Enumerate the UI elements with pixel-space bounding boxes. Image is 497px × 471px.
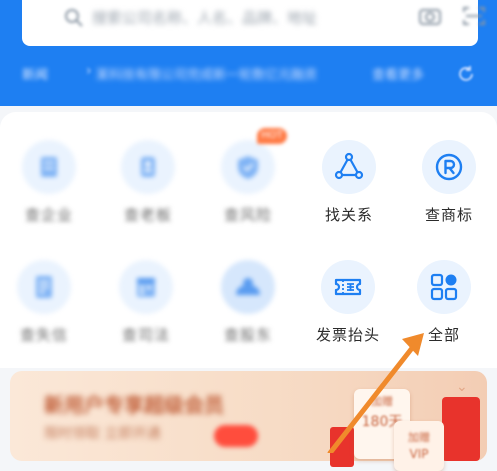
search-placeholder: 搜索公司名称、人名、品牌、地址 <box>92 9 318 27</box>
grid-label: 查商标 <box>424 206 473 224</box>
header: 搜索公司名称、人名、品牌、地址 新闻 › 某科技有限公司完成新一轮数亿元融资 查… <box>0 0 497 106</box>
chevron-down-icon[interactable]: ⌄ <box>456 379 468 395</box>
banner-title: 新用户专享超级会员 <box>44 393 224 417</box>
banner-cta-button[interactable] <box>214 425 258 447</box>
grid-label: 查老板 <box>123 206 172 224</box>
shield-icon <box>221 140 275 194</box>
grid-item-invoice-title[interactable]: 发票抬头 <box>298 260 398 370</box>
promo-banner[interactable]: 新用户专享超级会员 限时领取 立即开通 加赠 180天 加赠 VIP ⌄ <box>10 371 487 471</box>
coupon-label: 加赠 <box>371 395 393 408</box>
building-icon <box>22 140 76 194</box>
banner-subtitle: 限时领取 立即开通 <box>44 426 161 442</box>
grid-label: 查风险 <box>223 206 272 224</box>
coupon-card: 加赠 VIP <box>394 421 444 471</box>
coupon-label: 加赠 <box>408 431 430 444</box>
grid-item-all[interactable]: 全部 <box>394 260 494 370</box>
cloud-icon <box>221 260 275 314</box>
grid-item-judicial[interactable]: 查司法 <box>96 260 196 370</box>
search-icon <box>65 9 83 27</box>
grid-item-relation[interactable]: 找关系 <box>299 140 399 250</box>
grid-label: 发票抬头 <box>315 326 380 344</box>
grid-item-boss[interactable]: 查老板 <box>98 140 198 250</box>
document-icon <box>17 260 71 314</box>
grid-item-dishonest[interactable]: 查失信 <box>0 260 94 370</box>
camera-icon[interactable] <box>418 5 442 27</box>
grid-label: 查司法 <box>121 326 170 344</box>
grid-item-shareholder[interactable]: 查股东 <box>198 260 298 370</box>
grid-item-risk[interactable]: 查风险 <box>198 140 298 250</box>
grid-label: 查失信 <box>19 326 68 344</box>
refresh-icon[interactable] <box>456 64 476 84</box>
invoice-icon <box>321 260 375 314</box>
person-icon <box>121 140 175 194</box>
grid-label: 找关系 <box>324 206 373 224</box>
news-more-link[interactable]: 查看更多 <box>372 64 424 83</box>
calendar-icon <box>119 260 173 314</box>
hot-badge: HOT <box>257 128 287 144</box>
coupon-value: VIP <box>409 447 429 461</box>
news-ticker[interactable]: 新闻 › 某科技有限公司完成新一轮数亿元融资 查看更多 <box>22 62 482 86</box>
news-headline[interactable]: 某科技有限公司完成新一轮数亿元融资 <box>96 64 317 83</box>
scan-icon[interactable] <box>462 5 486 27</box>
red-envelope-graphic <box>330 427 354 467</box>
all-apps-icon <box>417 260 471 314</box>
red-envelope-graphic <box>442 397 480 461</box>
news-tag: 新闻 <box>22 68 49 83</box>
search-bar[interactable]: 搜索公司名称、人名、品牌、地址 <box>22 0 485 46</box>
chevron-right-icon: › <box>86 63 92 79</box>
grid-label: 查股东 <box>223 326 272 344</box>
grid-item-trademark[interactable]: 查商标 <box>399 140 497 250</box>
grid-label: 全部 <box>427 326 460 344</box>
trademark-icon <box>422 140 476 194</box>
grid-label: 查企业 <box>24 206 73 224</box>
grid-item-company[interactable]: 查企业 <box>0 140 99 250</box>
relation-icon <box>322 140 376 194</box>
